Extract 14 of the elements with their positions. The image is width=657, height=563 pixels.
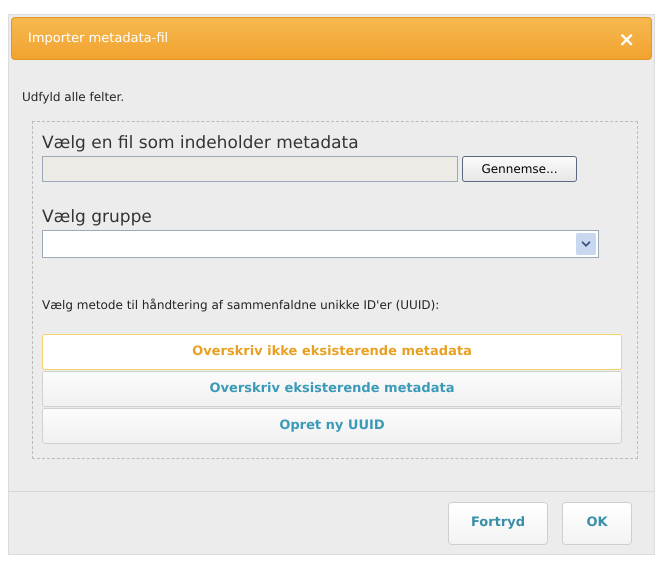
close-button[interactable]: ×: [618, 28, 635, 48]
dialog-title: Importer metadata-fil: [28, 30, 168, 48]
field-label: Vælg gruppe: [42, 206, 153, 228]
method-option[interactable]: Overskriv eksisterende metadata: [42, 371, 622, 407]
ok-button[interactable]: OK: [562, 502, 632, 544]
method-option[interactable]: Opret ny UUID: [42, 408, 622, 444]
intro-text: Udfyld alle felter.: [21, 89, 126, 106]
file-path-field[interactable]: [42, 156, 458, 182]
method-label: Vælg metode til håndtering af sammenfaldne unikke ID'er (UUID):: [42, 297, 440, 314]
method-option[interactable]: Overskriv ikke eksisterende metadata: [42, 334, 622, 370]
group-select[interactable]: [42, 230, 599, 258]
cancel-button[interactable]: Fortryd: [448, 502, 548, 544]
browse-button[interactable]: Gennemse...: [462, 156, 577, 182]
field-label: Vælg en fil som indeholder metadata: [42, 132, 360, 154]
